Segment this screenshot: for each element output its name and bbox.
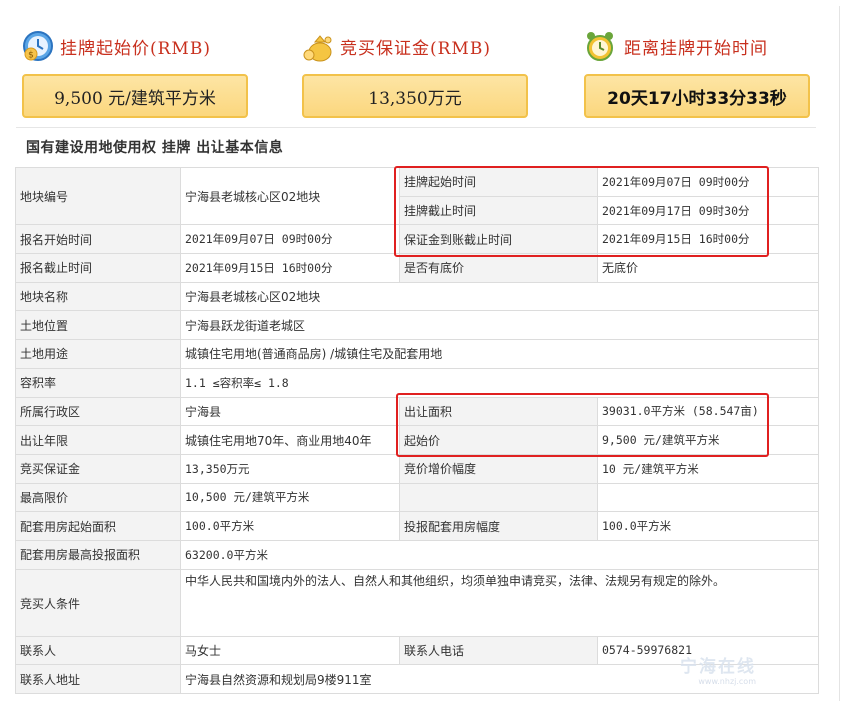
row-label: 配套用房最高投报面积	[15, 539, 181, 570]
row-label: 配套用房起始面积	[15, 511, 181, 541]
row-value: 13,350万元	[180, 453, 400, 484]
table-row: 土地用途 城镇住宅用地(普通商品房) /城镇住宅及配套用地	[15, 339, 819, 369]
row-label	[399, 482, 598, 513]
table-row: 配套用房最高投报面积 63200.0平方米	[15, 539, 819, 570]
row-value: 100.0平方米	[597, 511, 819, 541]
row-label: 起始价	[399, 425, 598, 455]
row-label: 出让年限	[15, 425, 181, 455]
table-row: 地块编号 宁海县老城核心区02地块 挂牌起始时间 2021年09月07日 09时…	[15, 166, 819, 226]
row-value: 中华人民共和国境内外的法人、自然人和其他组织，均须单独申请竞买，法律、法规另有规…	[180, 568, 819, 637]
table-row: 地块名称 宁海县老城核心区02地块	[15, 281, 819, 312]
row-label: 竞价增价幅度	[399, 453, 598, 484]
row-label: 最高限价	[15, 482, 181, 513]
row-value: 2021年09月15日 16时00分	[180, 253, 400, 283]
land-info-table: 地块编号 宁海县老城核心区02地块 挂牌起始时间 2021年09月07日 09时…	[15, 166, 819, 694]
table-row: 土地位置 宁海县跃龙街道老城区	[15, 310, 819, 341]
deposit-value: 13,350万元	[302, 74, 528, 118]
row-label: 报名开始时间	[15, 224, 181, 255]
row-value: 100.0平方米	[180, 511, 400, 541]
table-row: 配套用房起始面积 100.0平方米 投报配套用房幅度 100.0平方米	[15, 511, 819, 541]
row-label: 地块名称	[15, 281, 181, 312]
table-row: 报名截止时间 2021年09月15日 16时00分 是否有底价 无底价	[15, 253, 819, 283]
row-value: 2021年09月07日 09时00分	[180, 224, 400, 255]
row-value: 10 元/建筑平方米	[597, 453, 819, 484]
watermark-logo: 宁海在线 www.nhzj.com	[680, 652, 756, 686]
row-value: 宁海县跃龙街道老城区	[180, 310, 819, 341]
money-bag-icon	[302, 30, 334, 62]
watermark-text: 宁海在线	[680, 657, 756, 677]
row-value: 无底价	[597, 253, 819, 283]
start-price-panel: $ 挂牌起始价(RMB) 9,500 元/建筑平方米	[22, 24, 248, 124]
row-label: 容积率	[15, 367, 181, 398]
table-row: 出让年限 城镇住宅用地70年、商业用地40年 起始价 9,500 元/建筑平方米	[15, 425, 819, 455]
row-value: 马女士	[180, 635, 400, 666]
svg-text:$: $	[28, 51, 34, 61]
section-title: 国有建设用地使用权 挂牌 出让基本信息	[26, 140, 284, 156]
row-value: 城镇住宅用地(普通商品房) /城镇住宅及配套用地	[180, 339, 819, 369]
row-value: 1.1 ≤容积率≤ 1.8	[180, 367, 819, 398]
row-value: 39031.0平方米 (58.547亩)	[597, 396, 819, 427]
row-value: 10,500 元/建筑平方米	[180, 482, 400, 513]
row-label: 是否有底价	[399, 253, 598, 283]
dollar-clock-icon: $	[22, 30, 54, 62]
table-row: 竞买人条件 中华人民共和国境内外的法人、自然人和其他组织，均须单独申请竞买，法律…	[15, 568, 819, 637]
row-value: 9,500 元/建筑平方米	[597, 425, 819, 455]
deposit-title: 竞买保证金(RMB)	[340, 38, 491, 59]
row-value: 2021年09月15日 16时00分	[597, 224, 819, 255]
row-label: 竞买保证金	[15, 453, 181, 484]
row-label: 土地位置	[15, 310, 181, 341]
row-value: 宁海县老城核心区02地块	[180, 166, 400, 226]
row-value: 宁海县老城核心区02地块	[180, 281, 819, 312]
row-label: 保证金到账截止时间	[399, 224, 598, 255]
table-row: 容积率 1.1 ≤容积率≤ 1.8	[15, 367, 819, 398]
row-value	[597, 482, 819, 513]
row-label: 土地用途	[15, 339, 181, 369]
deposit-panel: 竞买保证金(RMB) 13,350万元	[302, 24, 528, 124]
row-label: 联系人	[15, 635, 181, 666]
row-value: 63200.0平方米	[180, 539, 819, 570]
row-label: 地块编号	[15, 166, 181, 226]
row-label: 投报配套用房幅度	[399, 511, 598, 541]
row-value: 宁海县	[180, 396, 400, 427]
table-row: 报名开始时间 2021年09月07日 09时00分 保证金到账截止时间 2021…	[15, 224, 819, 255]
countdown-value: 20天17小时33分33秒	[584, 74, 810, 118]
row-label: 挂牌起始时间	[399, 167, 598, 197]
table-row: 最高限价 10,500 元/建筑平方米	[15, 482, 819, 513]
countdown-panel: 距离挂牌开始时间 20天17小时33分33秒	[584, 24, 810, 124]
row-label: 竞买人条件	[15, 568, 181, 637]
section-divider	[16, 127, 816, 128]
countdown-title: 距离挂牌开始时间	[624, 38, 768, 59]
row-label: 联系人电话	[399, 635, 598, 666]
row-label: 挂牌截止时间	[399, 195, 598, 226]
row-label: 所属行政区	[15, 396, 181, 427]
row-value: 2021年09月17日 09时30分	[597, 195, 819, 226]
table-row: 竞买保证金 13,350万元 竞价增价幅度 10 元/建筑平方米	[15, 453, 819, 484]
row-label: 报名截止时间	[15, 253, 181, 283]
alarm-clock-icon	[584, 30, 616, 62]
row-label: 出让面积	[399, 396, 598, 427]
table-row: 所属行政区 宁海县 出让面积 39031.0平方米 (58.547亩)	[15, 396, 819, 427]
start-price-title: 挂牌起始价(RMB)	[60, 38, 211, 59]
start-price-value: 9,500 元/建筑平方米	[22, 74, 248, 118]
watermark-url: www.nhzj.com	[698, 677, 756, 686]
row-label: 联系人地址	[15, 664, 181, 694]
row-value: 城镇住宅用地70年、商业用地40年	[180, 425, 400, 455]
row-value: 2021年09月07日 09时00分	[597, 167, 819, 197]
